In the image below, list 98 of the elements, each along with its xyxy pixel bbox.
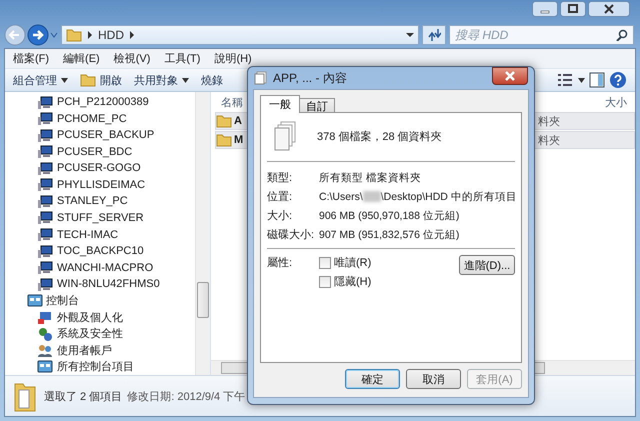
sidebar-item[interactable]: TOC_BACKPC10 [5,242,195,260]
caret-icon [578,78,585,82]
status-text: 修改日期: 2012/9/4 下午 [127,390,246,404]
sidebar-item[interactable]: WIN-8NLU42FHMS0 [5,276,195,292]
field-value: C:\Users\ [319,190,363,202]
close-button[interactable] [492,67,528,85]
sidebar-item[interactable]: 使用者帳戶 [5,342,195,358]
field-label: 大小: [267,209,294,223]
sidebar-item[interactable]: PHYLLISDEIMAC [5,176,195,194]
sidebar-item[interactable]: 外觀及個人化 [5,308,195,326]
field-label: 屬性: [267,256,294,270]
sidebar-item[interactable]: 所有控制台項目 [5,358,195,376]
close-icon [588,1,630,17]
field-label: 位置: [267,190,294,204]
users-icon [37,342,53,358]
toolbar-button[interactable]: 燒錄 [197,70,227,90]
forward-icon [27,24,49,46]
status-text: 選取了 2 個項目 [44,390,122,404]
advanced-button[interactable]: 進階(D)... [459,255,515,275]
sidebar-item[interactable]: PCUSER_BDC [5,144,195,160]
sidebar-item[interactable]: STUFF_SERVER [5,210,195,226]
search-icon [616,29,628,41]
files-icon [254,71,268,85]
documents-icon [273,121,297,151]
address-bar[interactable]: HDD [61,25,419,45]
redaction-blur [362,191,381,202]
control-panel-icon [37,359,53,374]
checkbox-label: 唯讀(R) [334,256,372,270]
field-value: 907 MB (951,832,576 位元組) [319,228,460,242]
close-icon [505,71,515,81]
field-value: \Desktop\HDD 中的所有項目 [380,190,517,204]
column-header[interactable]: 名稱 [221,94,243,110]
chevron-icon [87,31,93,39]
computer-icon [37,144,53,160]
tab[interactable]: 自訂 [299,98,335,113]
dropdown-icon [50,31,58,39]
chevron-icon [129,31,135,39]
sidebar-item[interactable]: PCUSER-GOGO [5,160,195,177]
checkbox[interactable] [319,276,331,288]
scrollbar[interactable] [195,92,210,375]
refresh-icon [427,29,441,41]
dialog-title: APP, ... - 內容 [273,70,347,86]
minimize-icon [532,1,558,17]
menu-item[interactable]: 說明(H) [214,51,252,66]
dialog-button[interactable]: 取消 [406,369,461,389]
help-icon [609,71,627,89]
toolbar-button[interactable]: 組合管理 [9,70,72,90]
computer-icon [37,177,53,192]
search-field[interactable]: 搜尋 HDD [449,25,634,45]
computer-icon [37,128,53,143]
back-icon [4,24,26,46]
maximize-icon [560,1,586,17]
computer-icon [37,210,53,226]
computer-icon [37,260,53,276]
sidebar-item[interactable]: 控制台 [5,292,195,309]
refresh-button[interactable] [422,25,446,45]
column-header[interactable]: 大小 [605,94,627,110]
field-label: 磁碟大小: [267,228,316,242]
toolbar-button[interactable]: 共用對象 [130,70,193,90]
folder-icon [216,132,232,148]
menu-item[interactable]: 檔案(F) [13,51,50,66]
menu-item[interactable]: 編輯(E) [63,51,100,66]
sidebar-item[interactable]: PCHOME_PC [5,110,195,128]
summary-text: 378 個檔案，28 個資料夾 [317,130,442,144]
field-label: 類型: [267,171,294,185]
checkbox[interactable] [319,256,331,268]
breadcrumb[interactable]: HDD [98,28,124,42]
folder-icon [216,113,232,129]
menu-item[interactable]: 檢視(V) [114,51,150,66]
sidebar-item[interactable]: WANCHI-MACPRO [5,259,195,276]
folder-icon [66,27,82,43]
toolbar-button[interactable]: 開啟 [76,70,126,90]
computer-icon [37,111,53,126]
sidebar-item[interactable]: PCUSER_BACKUP [5,127,195,144]
computer-icon [37,276,53,292]
sidebar-item[interactable]: TECH-IMAC [5,226,195,243]
scroll-thumb[interactable] [197,282,209,318]
dialog-button[interactable]: 確定 [345,369,400,389]
checkbox-label: 隱藏(H) [334,274,372,289]
field-value: 906 MB (950,970,188 位元組) [319,208,460,222]
computer-icon [37,160,53,176]
computer-icon [37,194,53,209]
computer-icon [37,227,53,242]
tab[interactable]: 一般 [260,95,300,113]
caret-icon [182,78,189,82]
sidebar-item[interactable]: STANLEY_PC [5,193,195,210]
control-panel-icon [27,293,43,308]
sidebar-item[interactable]: PCH_P212000389 [5,94,195,111]
folder-icon [80,72,96,88]
sidebar-item[interactable]: 系統及安全性 [5,325,195,342]
computer-icon [37,244,53,259]
dropdown-icon [406,31,414,39]
menu-item[interactable]: 工具(T) [164,51,200,66]
preview-pane-icon [589,72,605,88]
view-icon [556,72,574,88]
field-value: 所有類型 檔案資料夾 [319,170,421,184]
computer-icon [37,94,53,110]
caret-icon [61,78,68,82]
